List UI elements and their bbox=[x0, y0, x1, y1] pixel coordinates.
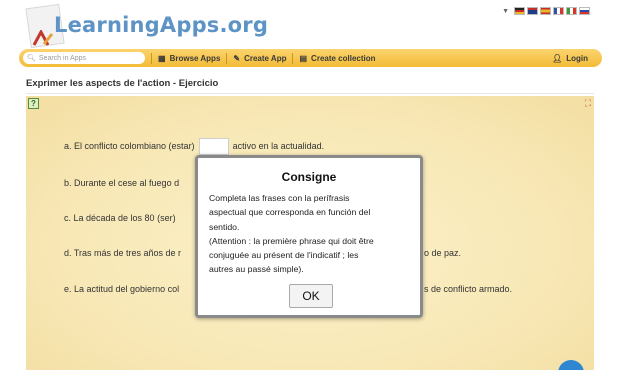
fullscreen-icon[interactable]: ⛶ bbox=[585, 98, 591, 109]
flag-russian-icon[interactable] bbox=[579, 7, 590, 15]
create-collection-link[interactable]: ▤ Create collection bbox=[299, 54, 375, 63]
question-c: c. La década de los 80 (ser) bbox=[64, 213, 176, 223]
page-title: Exprimer les aspects de l'action - Ejerc… bbox=[26, 78, 219, 89]
flag-german-icon[interactable] bbox=[514, 7, 525, 15]
flag-french-icon[interactable] bbox=[553, 7, 564, 15]
question-d-end: o de paz. bbox=[424, 248, 462, 258]
question-e-end: s de conflicto armado. bbox=[424, 284, 513, 294]
dialog-title: Consigne bbox=[281, 170, 337, 184]
help-icon[interactable]: ? bbox=[28, 98, 39, 109]
language-selector[interactable]: ▼ bbox=[502, 7, 590, 15]
dialog-body: Completa las frases con la perífrasis as… bbox=[209, 193, 374, 275]
question-a: a. El conflicto colombiano (estar) activo… bbox=[64, 138, 324, 155]
question-e: e. La actitud del gobierno col bbox=[64, 284, 180, 294]
pencil-icon: ✎ bbox=[233, 53, 241, 63]
title-divider bbox=[26, 93, 594, 94]
ok-button[interactable]: OK bbox=[289, 284, 333, 308]
floating-action-button[interactable] bbox=[558, 360, 584, 370]
search-placeholder: Search in Apps bbox=[38, 54, 86, 62]
collection-icon: ▤ bbox=[299, 53, 308, 63]
instructions-dialog: Consigne Completa las frases con la perí… bbox=[195, 155, 423, 318]
create-app-link[interactable]: ✎ Create App bbox=[233, 54, 286, 63]
chevron-down-icon[interactable]: ▼ bbox=[502, 8, 509, 15]
user-icon: 👤︎ bbox=[552, 53, 563, 63]
question-b: b. Durante el cese al fuego d bbox=[64, 178, 180, 188]
question-d: d. Tras más de tres años de r bbox=[64, 248, 182, 258]
search-input[interactable]: 🔍︎ Search in Apps bbox=[23, 52, 145, 64]
flag-english-icon[interactable] bbox=[527, 7, 538, 15]
browse-apps-label: Browse Apps bbox=[169, 53, 221, 63]
create-collection-label: Create collection bbox=[311, 53, 376, 63]
answer-field-a[interactable] bbox=[198, 138, 229, 155]
login-link[interactable]: 👤︎ Login bbox=[552, 54, 588, 63]
search-icon: 🔍︎ bbox=[27, 55, 36, 62]
main-nav-bar: 🔍︎ Search in Apps ▦ Browse Apps ✎ Create… bbox=[19, 49, 602, 67]
browse-apps-link[interactable]: ▦ Browse Apps bbox=[158, 54, 220, 63]
nav-divider bbox=[226, 52, 228, 64]
login-label: Login bbox=[566, 53, 588, 63]
logo[interactable]: LearningApps.org bbox=[22, 3, 268, 50]
grid-icon: ▦ bbox=[158, 53, 166, 63]
nav-divider bbox=[292, 52, 294, 64]
question-a-text: a. El conflicto colombiano (estar) bbox=[64, 140, 195, 151]
question-a-text-end: activo en la actualidad. bbox=[232, 140, 325, 151]
flag-italian-icon[interactable] bbox=[566, 7, 577, 15]
create-app-label: Create App bbox=[244, 53, 287, 63]
nav-divider bbox=[151, 52, 152, 64]
logo-a-mark-icon bbox=[32, 30, 54, 46]
flag-spanish-icon[interactable] bbox=[540, 7, 551, 15]
logo-text: LearningApps.org bbox=[54, 13, 269, 37]
